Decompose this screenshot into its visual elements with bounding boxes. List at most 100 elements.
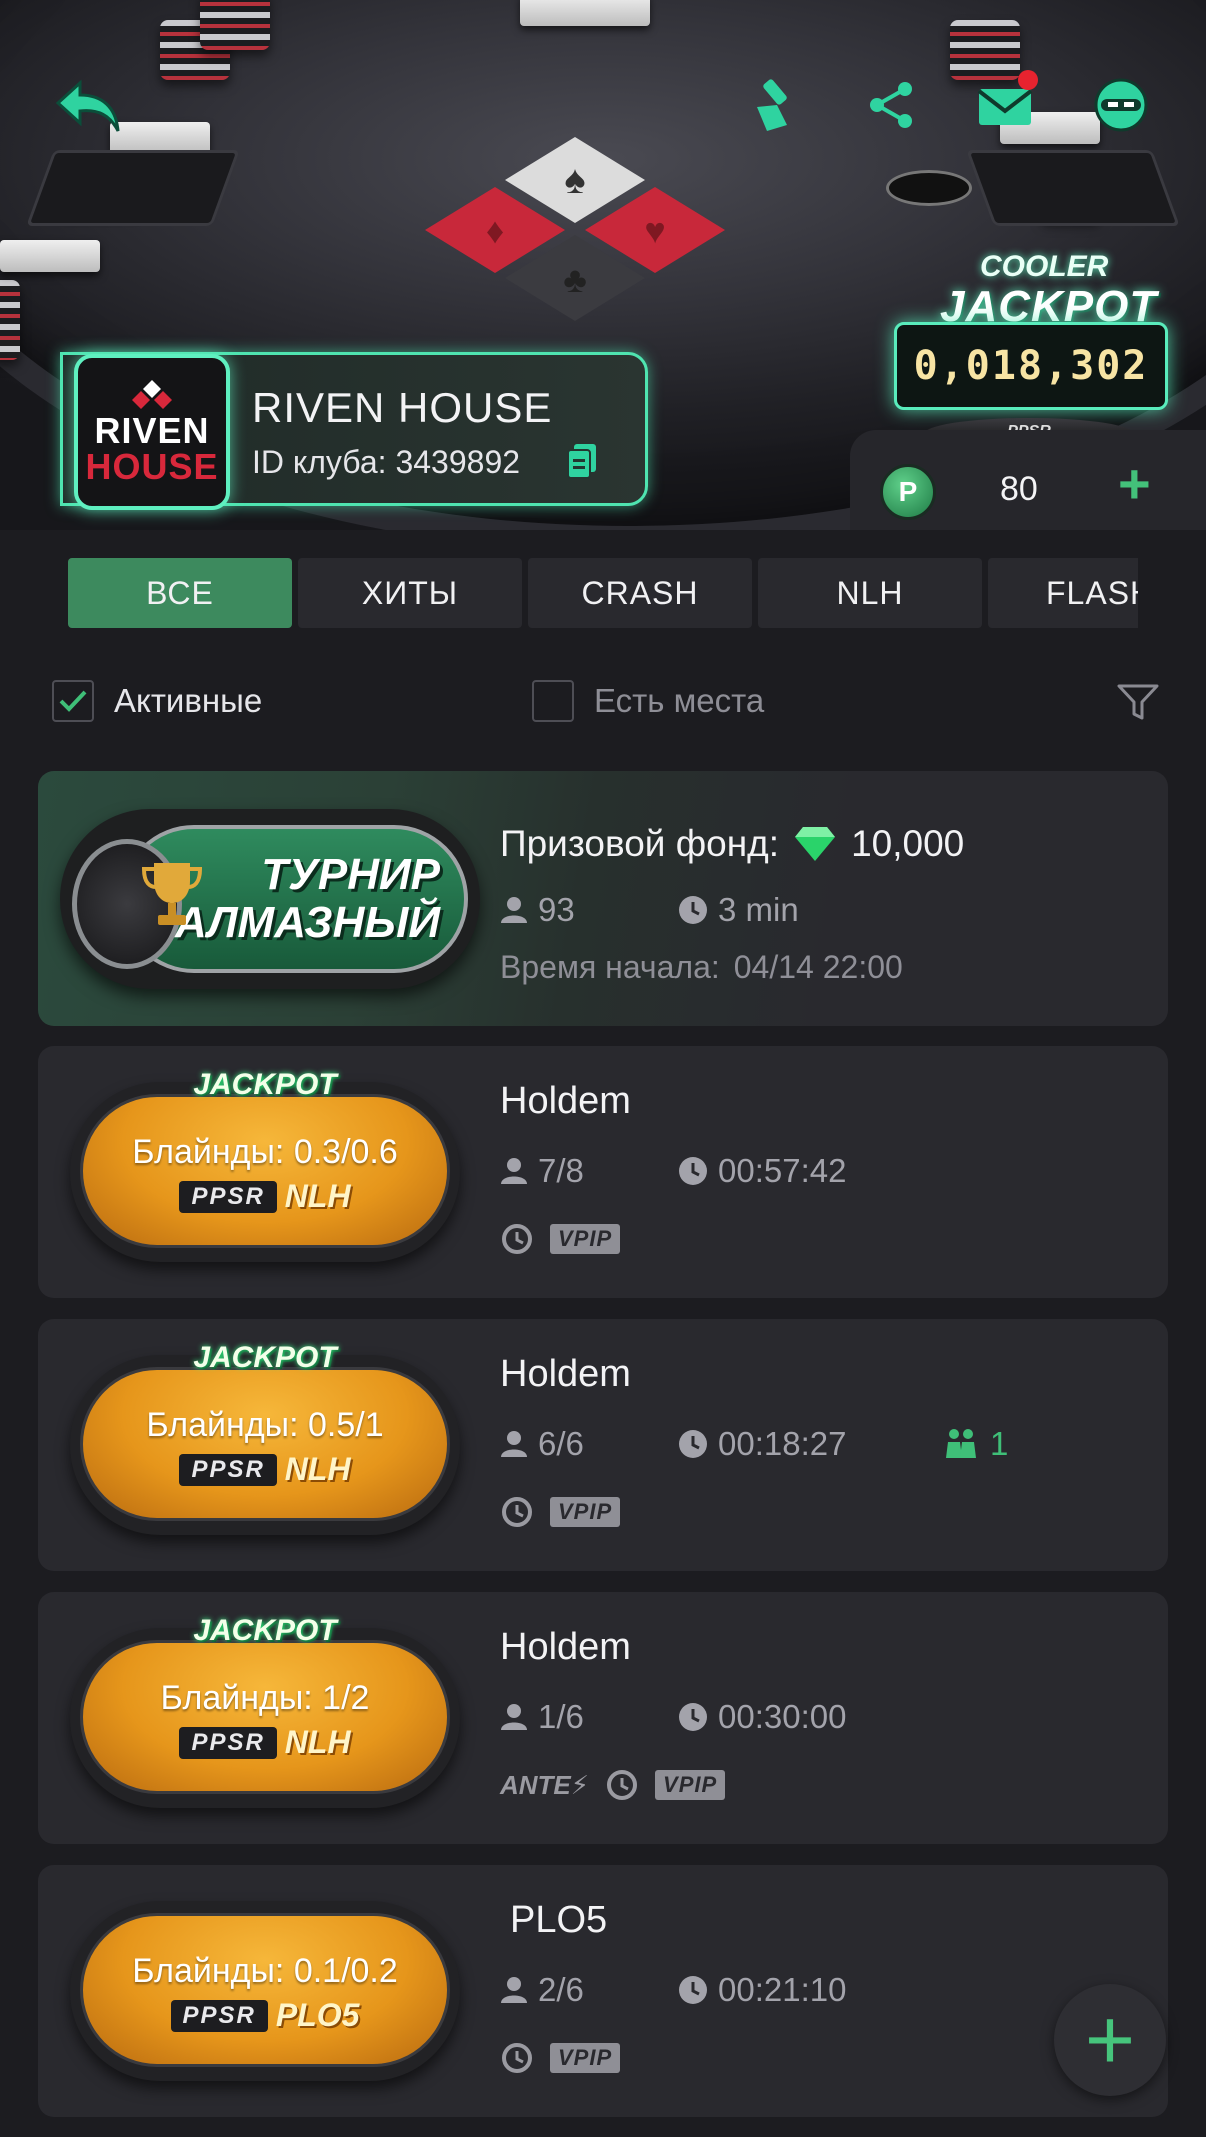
chip-tray bbox=[966, 150, 1180, 226]
share-icon[interactable] bbox=[856, 70, 926, 140]
seats-checkbox[interactable] bbox=[532, 680, 574, 722]
clock-icon bbox=[679, 1703, 707, 1731]
active-label: Активные bbox=[114, 682, 263, 719]
group-icon bbox=[946, 1429, 976, 1458]
person-icon bbox=[501, 1704, 527, 1730]
card-back bbox=[0, 240, 100, 272]
diamond-icon bbox=[795, 827, 836, 861]
category-tabs: ВСЕ ХИТЫ CRASH NLH FLASH bbox=[68, 558, 1138, 628]
blinds-badge: Блайнды: 0.5/1 PPSR NLH JACKPOT bbox=[70, 1341, 460, 1535]
chip-stack bbox=[0, 280, 20, 360]
tab-all[interactable]: ВСЕ bbox=[68, 558, 292, 628]
club-id-label: ID клуба: bbox=[252, 444, 387, 480]
person-icon bbox=[501, 1977, 527, 2003]
balance-amount: 80 bbox=[1000, 470, 1038, 508]
tab-crash[interactable]: CRASH bbox=[528, 558, 752, 628]
notification-dot bbox=[1018, 70, 1038, 90]
table-timer: 00:18:27 bbox=[678, 1425, 846, 1463]
seats-count: 7/8 bbox=[500, 1152, 584, 1190]
vpip-tag: VPIP bbox=[550, 2043, 621, 2073]
filter-active[interactable]: Активные bbox=[52, 680, 262, 722]
club-logo: RIVEN HOUSE bbox=[74, 354, 230, 510]
person-icon bbox=[501, 1431, 527, 1457]
ante-tag: ANTE⚡ bbox=[500, 1769, 590, 1800]
replay-icon bbox=[502, 1497, 532, 1527]
seats-count: 1/6 bbox=[500, 1698, 584, 1736]
chip-tray bbox=[26, 150, 240, 226]
clock-icon bbox=[679, 1157, 707, 1185]
add-balance-button[interactable]: + bbox=[1118, 456, 1151, 512]
mail-icon[interactable] bbox=[970, 70, 1040, 142]
filter-seats[interactable]: Есть места bbox=[532, 680, 764, 722]
table-tags: VPIP bbox=[500, 2041, 621, 2075]
club-header: ♠ ♦ ♥ ♣ RIVEN HOUSE RIVEN HOUSE ID клуба… bbox=[0, 0, 1206, 530]
blinds-badge: Блайнды: 0.3/0.6 PPSR NLH JACKPOT bbox=[70, 1068, 460, 1262]
chip-stack bbox=[950, 20, 1020, 80]
person-icon bbox=[501, 1158, 527, 1184]
svg-text:♠: ♠ bbox=[564, 158, 585, 202]
table-tags: VPIP bbox=[500, 1222, 621, 1256]
tournament-start: Время начала: 04/14 22:00 bbox=[500, 949, 903, 985]
seats-count: 6/6 bbox=[500, 1425, 584, 1463]
suits-emblem: ♠ ♦ ♥ ♣ bbox=[425, 137, 725, 321]
clock-icon bbox=[679, 896, 707, 924]
tournament-duration: 3 min bbox=[678, 891, 799, 929]
blinds-badge: Блайнды: 0.1/0.2 PPSR PLO5 bbox=[70, 1901, 460, 2081]
ninja-avatar-icon[interactable] bbox=[1086, 70, 1156, 140]
coin-icon: P bbox=[880, 464, 936, 520]
vpip-tag: VPIP bbox=[550, 1497, 621, 1527]
game-title: Holdem bbox=[500, 1626, 631, 1668]
table-timer: 00:30:00 bbox=[678, 1698, 846, 1736]
broom-icon[interactable] bbox=[740, 70, 810, 140]
table-card[interactable]: Блайнды: 0.1/0.2 PPSR PLO5 PLO5 2/6 00:21… bbox=[38, 1865, 1168, 2117]
seats-label: Есть места bbox=[594, 682, 765, 719]
blinds-badge: Блайнды: 1/2 PPSR NLH JACKPOT bbox=[70, 1614, 460, 1808]
svg-text:♣: ♣ bbox=[563, 259, 587, 300]
copy-icon[interactable] bbox=[566, 442, 598, 485]
jackpot-label: JACKPOT bbox=[193, 1614, 337, 1647]
club-id: ID клуба: 3439892 bbox=[252, 444, 520, 481]
create-table-button[interactable]: + bbox=[1054, 1984, 1166, 2096]
table-card[interactable]: Блайнды: 0.3/0.6 PPSR NLH JACKPOT Holdem … bbox=[38, 1046, 1168, 1298]
prize-pool: Призовой фонд: 10,000 bbox=[500, 823, 964, 865]
clock-icon bbox=[679, 1976, 707, 2004]
back-arrow-icon[interactable] bbox=[54, 72, 124, 142]
table-timer: 00:21:10 bbox=[678, 1971, 846, 2009]
vpip-tag: VPIP bbox=[655, 1770, 726, 1800]
prize-label: Призовой фонд: bbox=[500, 823, 780, 864]
svg-text:♥: ♥ bbox=[644, 210, 665, 251]
chip-stack bbox=[200, 0, 270, 50]
tab-flash[interactable]: FLASH bbox=[988, 558, 1138, 628]
waitlist-count: 1 bbox=[944, 1425, 1008, 1463]
table-tags: VPIP bbox=[500, 1495, 621, 1529]
jackpot-counter[interactable]: 0,018,302 bbox=[894, 322, 1168, 410]
prize-value: 10,000 bbox=[851, 823, 965, 864]
jackpot-cooler-label: COOLER bbox=[980, 250, 1109, 283]
svg-text:♦: ♦ bbox=[486, 210, 504, 251]
jackpot-label: JACKPOT bbox=[193, 1068, 337, 1101]
clock-icon bbox=[679, 1430, 707, 1458]
filter-funnel-icon[interactable] bbox=[1116, 682, 1160, 727]
seats-count: 2/6 bbox=[500, 1971, 584, 2009]
game-title: Holdem bbox=[500, 1080, 631, 1122]
dealer-button bbox=[886, 170, 972, 206]
replay-icon bbox=[502, 2043, 532, 2073]
table-card[interactable]: Блайнды: 1/2 PPSR NLH JACKPOT Holdem 1/6 … bbox=[38, 1592, 1168, 1844]
table-tags: ANTE⚡ VPIP bbox=[500, 1768, 726, 1802]
game-title: Holdem bbox=[500, 1353, 631, 1395]
club-id-value: 3439892 bbox=[395, 444, 521, 480]
tab-nlh[interactable]: NLH bbox=[758, 558, 982, 628]
vpip-tag: VPIP bbox=[550, 1224, 621, 1254]
replay-icon bbox=[502, 1224, 532, 1254]
tournament-badge: ТУРНИР АЛМАЗНЫЙ bbox=[60, 809, 480, 989]
game-title: PLO5 bbox=[510, 1899, 608, 1941]
table-card[interactable]: Блайнды: 0.5/1 PPSR NLH JACKPOT Holdem 6/… bbox=[38, 1319, 1168, 1571]
card-back bbox=[520, 0, 650, 26]
jackpot-label: JACKPOT bbox=[193, 1341, 337, 1374]
tournament-card[interactable]: ТУРНИР АЛМАЗНЫЙ Призовой фонд: 10,000 93… bbox=[38, 771, 1168, 1026]
club-name: RIVEN HOUSE bbox=[252, 384, 553, 431]
trophy-icon bbox=[142, 863, 202, 925]
tab-hits[interactable]: ХИТЫ bbox=[298, 558, 522, 628]
active-checkbox[interactable] bbox=[52, 680, 94, 722]
replay-icon bbox=[607, 1770, 638, 1800]
